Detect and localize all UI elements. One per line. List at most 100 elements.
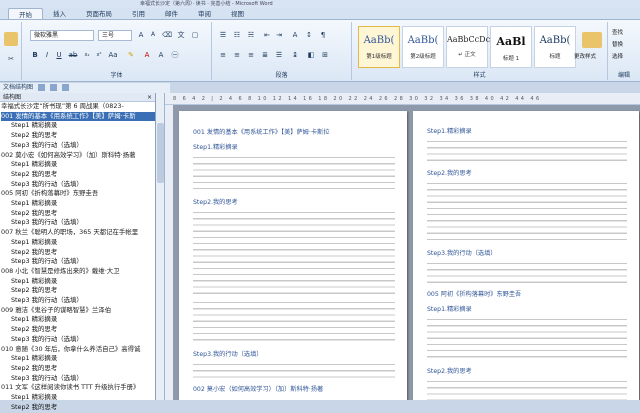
nav-subitem[interactable]: Step3 我的行动（选填） [1, 335, 155, 345]
sort-icon[interactable]: ↕ [304, 30, 314, 40]
tab-mailings[interactable]: 邮件 [155, 8, 188, 19]
justify-icon[interactable]: ≣ [260, 50, 270, 60]
nav-subitem[interactable]: Step2 我的思考 [1, 170, 155, 180]
body-paragraph[interactable] [193, 362, 395, 380]
heading-002[interactable]: 002 莫小宏（如何高效学习）（加）斯科特·扬著 [193, 384, 395, 393]
superscript-icon[interactable]: x² [94, 50, 104, 60]
nav-item[interactable]: 007 秋兰《聪明人的职场，365 天都记在手帐里 [1, 228, 155, 238]
nav-subitem[interactable]: Step1 精彩摘录 [1, 199, 155, 209]
borders-icon[interactable]: ⊞ [320, 50, 330, 60]
tab-review[interactable]: 审阅 [188, 8, 221, 19]
nav-subitem[interactable]: Step2 我的思考 [1, 248, 155, 258]
heading-step2[interactable]: Step2.我的思考 [427, 168, 627, 177]
nav-subitem[interactable]: Step3 我的行动（选填） [1, 141, 155, 151]
decrease-indent-icon[interactable]: ⇤ [262, 30, 272, 40]
numbering-icon[interactable]: ☷ [232, 30, 242, 40]
tab-references[interactable]: 引用 [122, 8, 155, 19]
underline-icon[interactable]: U [54, 50, 64, 60]
shading-icon[interactable]: ◧ [306, 50, 316, 60]
bullets-icon[interactable]: ☰ [218, 30, 228, 40]
document-map-scrollbar[interactable] [156, 93, 165, 400]
nav-subitem[interactable]: Step3 我的行动（选填） [1, 218, 155, 228]
strikethrough-icon[interactable]: ab [68, 50, 78, 60]
nav-subitem[interactable]: Step3 我的行动（选填） [1, 257, 155, 267]
enclose-char-icon[interactable]: ㊀ [170, 50, 180, 60]
nav-item[interactable]: 008 小北《智慧是修炼出来的》戴维·大卫 [1, 267, 155, 277]
italic-icon[interactable]: I [42, 50, 52, 60]
line-spacing-icon[interactable]: ↨ [290, 50, 300, 60]
heading-005[interactable]: 005 阿初《折构落幕时》东野圭吾 [427, 289, 627, 298]
nav-subitem[interactable]: Step1 精彩摘录 [1, 121, 155, 131]
increase-indent-icon[interactable]: ⇥ [274, 30, 284, 40]
body-paragraph[interactable] [193, 300, 395, 344]
nav-item[interactable]: 002 莫小宏《如何高效学习》（加）斯科特·扬著 [1, 151, 155, 161]
body-paragraph[interactable] [427, 317, 627, 361]
nav-subitem[interactable]: Step2 我的思考 [1, 131, 155, 141]
nav-item[interactable]: 010 意随《30 年后，你拿什么养活自己》高得诚 [1, 345, 155, 355]
nav-item[interactable]: 005 阿初《折构落幕时》东野圭吾 [1, 189, 155, 199]
toolbar-icon[interactable] [49, 84, 57, 91]
tab-insert[interactable]: 插入 [43, 8, 76, 19]
nav-subitem[interactable]: Step2 我的思考 [1, 325, 155, 335]
align-center-icon[interactable]: ≡ [232, 50, 242, 60]
nav-subitem[interactable]: Step2 我的思考 [1, 403, 155, 413]
change-case-icon[interactable]: Aa [108, 50, 118, 60]
style-tile-heading-level2[interactable]: AaBb( 第2级标题 [402, 26, 444, 68]
change-styles-icon[interactable] [582, 32, 602, 48]
heading-step1[interactable]: Step1.精彩摘录 [427, 304, 627, 313]
nav-subitem[interactable]: Step3 我的行动（选填） [1, 374, 155, 384]
heading-step3[interactable]: Step3.我的行动（选填） [427, 248, 627, 257]
align-right-icon[interactable]: ≡ [246, 50, 256, 60]
nav-subitem[interactable]: Step3 我的行动（选填） [1, 296, 155, 306]
multilevel-list-icon[interactable]: ☵ [246, 30, 256, 40]
nav-item[interactable]: 幸福式长沙定“所书现”第 6 周战果（0823- [1, 102, 155, 112]
heading-step3[interactable]: Step3.我的行动（选填） [193, 349, 395, 358]
nav-subitem[interactable]: Step1 精彩摘录 [1, 277, 155, 287]
heading-step2[interactable]: Step2.我的思考 [427, 366, 627, 375]
toolbar-icon[interactable] [37, 84, 45, 91]
body-paragraph[interactable] [427, 379, 627, 400]
nav-subitem[interactable]: Step2 我的思考 [1, 364, 155, 374]
font-size-box[interactable]: 三号 [98, 30, 132, 41]
bold-icon[interactable]: B [30, 50, 40, 60]
nav-subitem[interactable]: Step1 精彩摘录 [1, 160, 155, 170]
align-left-icon[interactable]: ≡ [218, 50, 228, 60]
nav-item[interactable]: 009 雅洁《鬼谷子的谋略智慧》兰泽伯 [1, 306, 155, 316]
heading-step1[interactable]: Step1.精彩摘录 [427, 126, 627, 135]
font-color-icon[interactable]: A [142, 50, 152, 60]
heading-step1[interactable]: Step1.精彩摘录 [193, 142, 395, 151]
body-paragraph[interactable] [193, 155, 395, 192]
tab-home[interactable]: 开始 [8, 8, 43, 19]
tab-page-layout[interactable]: 页面布局 [76, 8, 122, 19]
style-tile-title[interactable]: AaBb( 标题 [534, 26, 576, 68]
paste-icon[interactable] [4, 32, 18, 46]
tab-view[interactable]: 视图 [221, 8, 254, 19]
nav-subitem[interactable]: Step1 精彩摘录 [1, 393, 155, 403]
toolbar-icon[interactable] [61, 84, 69, 91]
nav-subitem[interactable]: Step1 精彩摘录 [1, 238, 155, 248]
phonetic-icon[interactable]: 文 [176, 30, 186, 40]
replace-button[interactable]: 替换 [612, 40, 623, 48]
shrink-font-icon[interactable]: A [148, 30, 158, 40]
heading-001[interactable]: 001 发情的基本《用系统工作》【美】萨姆·卡斯拉 [193, 127, 395, 136]
change-styles-label[interactable]: 更改样式 [574, 52, 596, 60]
grow-font-icon[interactable]: A [136, 30, 146, 40]
horizontal-ruler[interactable]: 8 6 4 2 | 2 4 6 8 10 12 14 16 18 20 22 2… [165, 93, 640, 105]
style-tile-heading1[interactable]: AaBl 标题 1 [490, 26, 532, 68]
vertical-ruler[interactable] [165, 105, 173, 400]
body-paragraph[interactable] [427, 181, 627, 243]
nav-item[interactable]: 011 文军《这样阅读你读书 TTT 升级执行手册》 [1, 383, 155, 393]
clear-format-icon[interactable]: ⌫ [162, 30, 172, 40]
find-button[interactable]: 查找 [612, 28, 623, 36]
show-marks-icon[interactable]: ¶ [318, 30, 328, 40]
document-page-1[interactable]: 001 发情的基本《用系统工作》【美】萨姆·卡斯拉 Step1.精彩摘录 Ste… [179, 111, 407, 400]
cut-icon[interactable]: ✂ [6, 54, 16, 64]
style-tile-normal[interactable]: AaBbCcDc ↵ 正文 [446, 26, 490, 68]
nav-subitem[interactable]: Step2 我的思考 [1, 286, 155, 296]
close-icon[interactable]: × [147, 93, 155, 101]
border-char-icon[interactable]: ▢ [190, 30, 200, 40]
asian-layout-icon[interactable]: A [290, 30, 300, 40]
select-button[interactable]: 选择 [612, 52, 623, 60]
nav-subitem[interactable]: Step1 精彩摘录 [1, 354, 155, 364]
body-paragraph[interactable] [193, 210, 395, 296]
